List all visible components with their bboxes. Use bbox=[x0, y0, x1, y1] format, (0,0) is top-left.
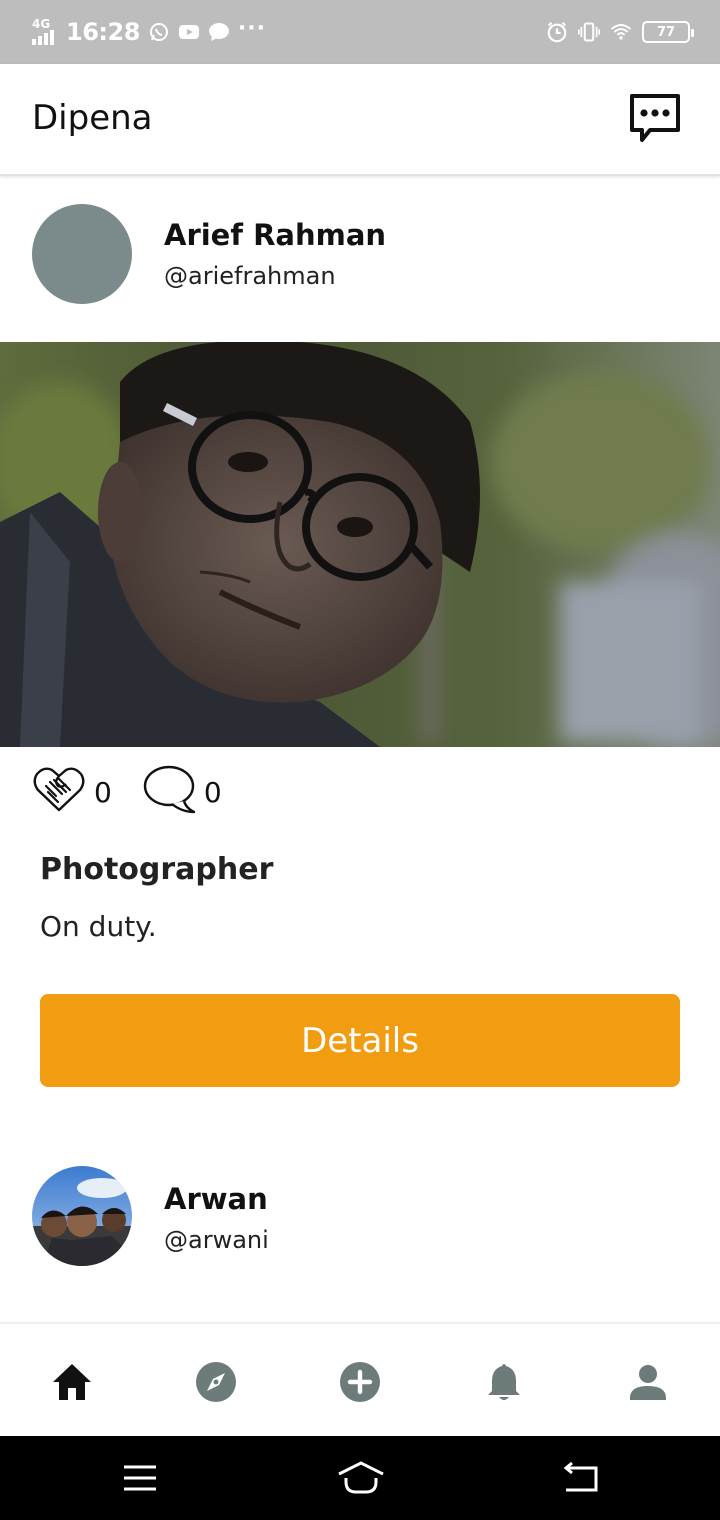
add-icon[interactable] bbox=[338, 1360, 382, 1404]
network-type: 4G bbox=[32, 17, 51, 31]
app-bar: Dipena bbox=[0, 64, 720, 176]
comment-icon bbox=[142, 764, 196, 820]
bottom-nav bbox=[0, 1322, 720, 1436]
post-header-2[interactable]: Arwan @arwani bbox=[0, 1140, 720, 1290]
system-nav-bar bbox=[0, 1436, 720, 1520]
clock: 16:28 bbox=[66, 18, 140, 46]
network-indicator: 4G bbox=[30, 17, 58, 47]
youtube-icon bbox=[178, 21, 200, 43]
handshake-icon bbox=[32, 764, 86, 820]
explore-icon[interactable] bbox=[194, 1360, 238, 1404]
post-header[interactable]: Arief Rahman @ariefrahman bbox=[0, 178, 720, 342]
home-icon[interactable] bbox=[50, 1360, 94, 1404]
alarm-icon bbox=[546, 21, 568, 43]
post-actions: 0 0 bbox=[32, 762, 252, 822]
message-dots-icon[interactable] bbox=[628, 92, 682, 146]
avatar[interactable] bbox=[32, 204, 132, 304]
vibrate-icon bbox=[578, 21, 600, 43]
details-button[interactable]: Details bbox=[40, 994, 680, 1087]
avatar[interactable] bbox=[32, 1166, 132, 1266]
author-handle: @ariefrahman bbox=[164, 262, 336, 290]
more-icon: ··· bbox=[237, 15, 266, 41]
post-title: Photographer bbox=[40, 852, 274, 887]
home-button-icon[interactable] bbox=[336, 1458, 386, 1498]
comment-count: 0 bbox=[203, 775, 222, 809]
status-bar-right: 77 bbox=[546, 14, 694, 50]
battery-level: 77 bbox=[656, 24, 676, 40]
back-icon[interactable] bbox=[558, 1458, 602, 1498]
post-description: On duty. bbox=[40, 910, 157, 943]
menu-icon[interactable] bbox=[118, 1458, 162, 1498]
chat-bubble-icon bbox=[208, 21, 230, 43]
comment-button[interactable]: 0 bbox=[142, 764, 222, 820]
wifi-icon bbox=[610, 21, 632, 43]
status-bar: 4G 16:28 ··· 77 bbox=[0, 0, 720, 64]
like-button[interactable]: 0 bbox=[32, 764, 112, 820]
whatsapp-icon bbox=[148, 21, 170, 43]
app-title: Dipena bbox=[32, 98, 153, 138]
status-bar-left: 4G 16:28 ··· bbox=[30, 14, 266, 50]
battery-icon: 77 bbox=[642, 21, 694, 43]
post-image[interactable] bbox=[0, 342, 720, 747]
profile-icon[interactable] bbox=[626, 1360, 670, 1404]
notifications-icon[interactable] bbox=[482, 1360, 526, 1404]
author-name[interactable]: Arief Rahman bbox=[164, 218, 386, 252]
author-name[interactable]: Arwan bbox=[164, 1182, 268, 1216]
like-count: 0 bbox=[94, 775, 112, 809]
author-handle: @arwani bbox=[164, 1226, 269, 1254]
